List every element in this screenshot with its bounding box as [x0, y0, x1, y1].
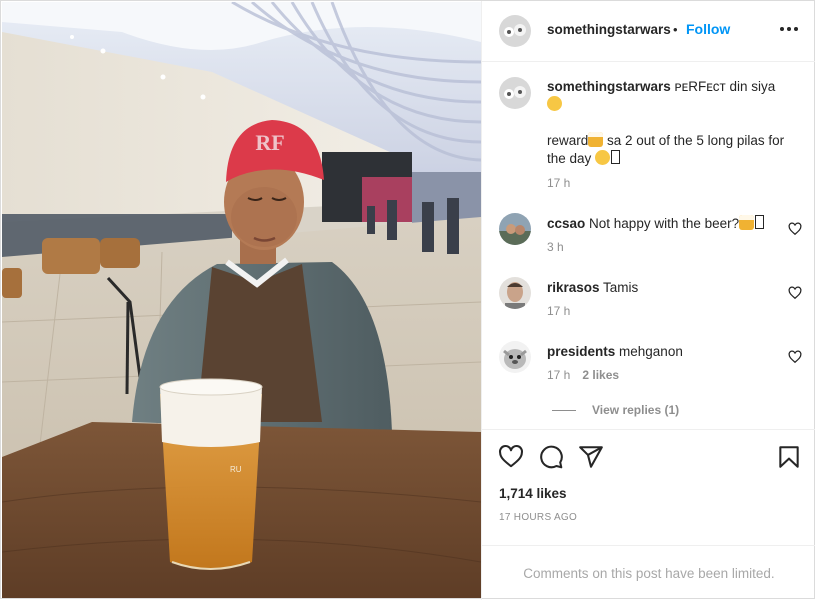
share-icon[interactable] — [578, 444, 604, 470]
bookmark-icon[interactable] — [776, 444, 802, 470]
beer-emoji-icon — [588, 132, 604, 147]
comment-text: Not happy with the beer? — [585, 216, 740, 231]
view-replies-label: View replies (1) — [592, 403, 680, 417]
caption-line-2: reward sa 2 out of the 5 long pilas for … — [547, 132, 787, 168]
comment-text-row: presidents mehganon — [547, 343, 787, 361]
follow-button[interactable]: Follow — [686, 21, 730, 37]
svg-text:RF: RF — [255, 130, 284, 155]
laugh-emoji-icon — [595, 150, 611, 165]
post-sidebar: somethingstarwars • Follow somethingstar… — [481, 1, 815, 600]
comment-likes-link[interactable]: 2 likes — [582, 368, 619, 382]
svg-text:RU: RU — [230, 465, 242, 474]
comment-meta: 17 h 2 likes — [547, 368, 619, 382]
post-header: somethingstarwars • Follow — [482, 1, 815, 62]
comments-limited-text: Comments on this post have been limited. — [523, 566, 775, 581]
commenter-username[interactable]: rikrasos — [547, 280, 600, 295]
comment-icon[interactable] — [538, 444, 564, 470]
commenter-username[interactable]: presidents — [547, 344, 615, 359]
likes-count[interactable]: 1,714 likes — [499, 486, 567, 501]
author-username[interactable]: somethingstarwars — [547, 22, 671, 37]
commenter-username[interactable]: ccsao — [547, 216, 585, 231]
missing-glyph-icon — [611, 150, 621, 164]
view-replies-button[interactable]: View replies (1) — [552, 403, 679, 417]
commenter-avatar[interactable] — [499, 277, 531, 309]
commenter-avatar[interactable] — [499, 341, 531, 373]
post-photo[interactable]: RF RU — [2, 2, 481, 598]
comment-text: Tamis — [599, 280, 639, 295]
caption-text-2a: reward — [547, 133, 589, 148]
caption-username[interactable]: somethingstarwars — [547, 79, 671, 94]
separator-dot: • — [673, 22, 678, 37]
beer-emoji-icon — [739, 215, 755, 230]
author-avatar[interactable] — [499, 15, 531, 47]
photo-illustration: RF RU — [2, 2, 481, 598]
comment-text: mehganon — [615, 344, 683, 359]
caption-time[interactable]: 17 h — [547, 176, 570, 190]
comment-like-heart-icon[interactable] — [788, 222, 802, 236]
posted-time[interactable]: 17 HOURS AGO — [499, 512, 577, 523]
smile-emoji-icon — [547, 96, 562, 111]
comment-like-heart-icon[interactable] — [788, 286, 802, 300]
comments-list[interactable]: somethingstarwars ᴘᴇRFᴇᴄᴛ din siya rewar… — [482, 62, 815, 429]
comment-time[interactable]: 17 h — [547, 304, 570, 318]
more-options-icon[interactable] — [778, 17, 800, 41]
post-actions: 1,714 likes 17 HOURS AGO — [482, 429, 815, 546]
caption-line-1: somethingstarwars ᴘᴇRFᴇᴄᴛ din siya — [547, 78, 787, 114]
comment-time[interactable]: 17 h — [547, 368, 570, 382]
comment-text-row: ccsao Not happy with the beer? — [547, 215, 787, 233]
caption-text-1: ᴘᴇRFᴇᴄᴛ din siya — [670, 79, 776, 94]
comment-text-row: rikrasos Tamis — [547, 279, 787, 297]
like-heart-icon[interactable] — [498, 444, 524, 470]
comments-limited-notice: Comments on this post have been limited. — [482, 545, 815, 601]
comment-like-heart-icon[interactable] — [788, 350, 802, 364]
post-modal: RF RU somethingstarwars • Follow somethi… — [0, 0, 815, 600]
commenter-avatar[interactable] — [499, 213, 531, 245]
caption-avatar[interactable] — [499, 77, 531, 109]
replies-divider-line — [552, 410, 576, 412]
missing-glyph-icon — [755, 215, 765, 229]
comment-time[interactable]: 3 h — [547, 240, 564, 254]
